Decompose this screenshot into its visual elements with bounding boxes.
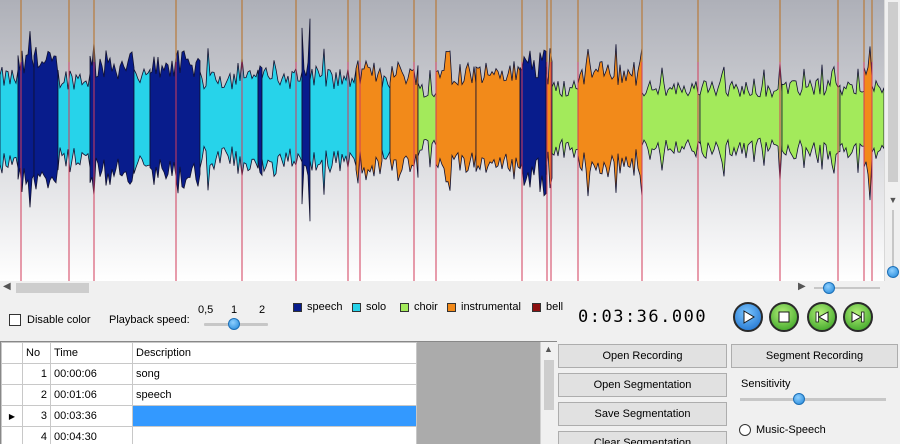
legend-label-bell: bell [546, 301, 564, 313]
skip-back-icon [815, 311, 829, 323]
scroll-left-icon[interactable]: ◀ [3, 281, 11, 292]
legend-swatch-speech [293, 303, 302, 312]
column-header-time[interactable]: Time [50, 342, 133, 364]
waveform-segment-speech [33, 47, 59, 190]
sensitivity-track [740, 398, 886, 401]
cell-desc[interactable]: speech [132, 384, 417, 406]
waveform-shape [0, 66, 19, 174]
speed-tick-label: 0,5 [198, 304, 214, 316]
waveform-segment-solo [0, 66, 19, 174]
column-header-description[interactable]: Description [132, 342, 417, 364]
legend-swatch-choir [400, 303, 409, 312]
horizontal-scroll-thumb[interactable] [16, 283, 89, 293]
segments-grid: No Time Description 1 00:00:06 song 2 00:01:… [0, 341, 557, 444]
cell-time[interactable]: 00:01:06 [50, 384, 133, 406]
segment-recording-button[interactable]: Segment Recording [731, 344, 898, 368]
amplitude-slider-track [892, 210, 894, 272]
waveform-shape [133, 67, 151, 174]
stop-button[interactable] [769, 302, 799, 332]
table-row[interactable]: 4 00:04:30 [1, 426, 417, 444]
open-recording-button[interactable]: Open Recording [558, 344, 727, 368]
skip-forward-button[interactable] [843, 302, 873, 332]
row-header[interactable] [1, 363, 23, 385]
cell-no[interactable]: 2 [22, 384, 51, 406]
speed-tick-label: 2 [259, 304, 266, 316]
table-row[interactable]: 2 00:01:06 speech [1, 384, 417, 406]
bottom-panel: No Time Description 1 00:00:06 song 2 00:01:… [0, 341, 900, 444]
playback-speed-label: Playback speed: [109, 314, 190, 326]
legend-label-instrumental: instrumental [461, 301, 521, 313]
waveform-segment-speech [257, 65, 263, 177]
amplitude-slider-knob[interactable] [887, 266, 899, 278]
music-speech-radio[interactable] [739, 424, 751, 436]
waveform-view[interactable] [0, 0, 884, 281]
column-header-no[interactable]: No [22, 342, 51, 364]
legend-swatch-bell [532, 303, 541, 312]
waveform-shape [33, 47, 59, 190]
scroll-down-icon[interactable]: ▼ [888, 195, 898, 205]
music-speech-label: Music-Speech [756, 424, 826, 436]
cell-no[interactable]: 3 [22, 405, 51, 427]
control-bar: Disable color Playback speed: 0,5 1 2 sp… [0, 295, 900, 341]
grid-scroll-up-icon[interactable]: ▲ [544, 344, 553, 354]
clear-segmentation-button[interactable]: Clear Segmentation [558, 431, 727, 444]
row-header[interactable] [1, 426, 23, 444]
cell-time[interactable]: 00:03:36 [50, 405, 133, 427]
legend-swatch-instrumental [447, 303, 456, 312]
time-display: 0:03:36.000 [578, 307, 708, 327]
skip-forward-icon [851, 311, 865, 323]
speed-tick-label: 1 [231, 304, 238, 316]
disable-color-label: Disable color [27, 314, 91, 326]
sensitivity-label: Sensitivity [741, 378, 791, 390]
cell-time[interactable]: 00:04:30 [50, 426, 133, 444]
row-header[interactable] [1, 384, 23, 406]
table-row[interactable]: ▶ 3 00:03:36 [1, 405, 417, 427]
playback-speed-slider[interactable] [228, 318, 240, 330]
skip-back-button[interactable] [807, 302, 837, 332]
waveform-segment-choir [551, 79, 579, 158]
waveform-segment-solo [381, 75, 391, 160]
segmentation-app: ▲ ▼ ◀ ▶ Disable color Playback speed: 0,… [0, 0, 900, 444]
waveform-vertical-scrollbar[interactable]: ▲ ▼ [884, 0, 900, 281]
legend-label-speech: speech [307, 301, 343, 313]
scroll-right-icon[interactable]: ▶ [798, 281, 806, 292]
vertical-scroll-thumb[interactable] [888, 2, 898, 182]
cell-time[interactable]: 00:00:06 [50, 363, 133, 385]
open-segmentation-button[interactable]: Open Segmentation [558, 373, 727, 397]
row-header-corner [1, 342, 23, 364]
legend-swatch-solo [352, 303, 361, 312]
zoom-slider-knob[interactable] [823, 282, 835, 294]
disable-color-checkbox[interactable] [9, 314, 21, 326]
cell-desc[interactable]: song [132, 363, 417, 385]
waveform-shape [551, 79, 579, 158]
cell-no[interactable]: 1 [22, 363, 51, 385]
legend-label-solo: solo [366, 301, 387, 313]
save-segmentation-button[interactable]: Save Segmentation [558, 402, 727, 426]
waveform-segment-solo [133, 67, 151, 174]
play-icon [743, 310, 755, 324]
table-row[interactable]: 1 00:00:06 song [1, 363, 417, 385]
grid-vertical-scrollbar[interactable]: ▲ [540, 342, 557, 444]
stop-icon [778, 311, 790, 323]
waveform-shape [257, 65, 263, 177]
legend-label-choir: choir [414, 301, 438, 313]
cell-no[interactable]: 4 [22, 426, 51, 444]
waveform-horizontal-scrollbar[interactable]: ◀ ▶ [0, 281, 810, 295]
grid-scroll-thumb[interactable] [544, 360, 554, 410]
current-row-indicator-icon[interactable]: ▶ [1, 405, 23, 427]
cell-desc[interactable] [132, 426, 417, 444]
cell-desc[interactable] [132, 405, 417, 427]
segments-table: No Time Description 1 00:00:06 song 2 00:01:… [1, 342, 417, 444]
play-button[interactable] [733, 302, 763, 332]
waveform-shape [381, 75, 391, 160]
table-header-row: No Time Description [1, 342, 417, 364]
sensitivity-slider[interactable] [792, 393, 805, 405]
